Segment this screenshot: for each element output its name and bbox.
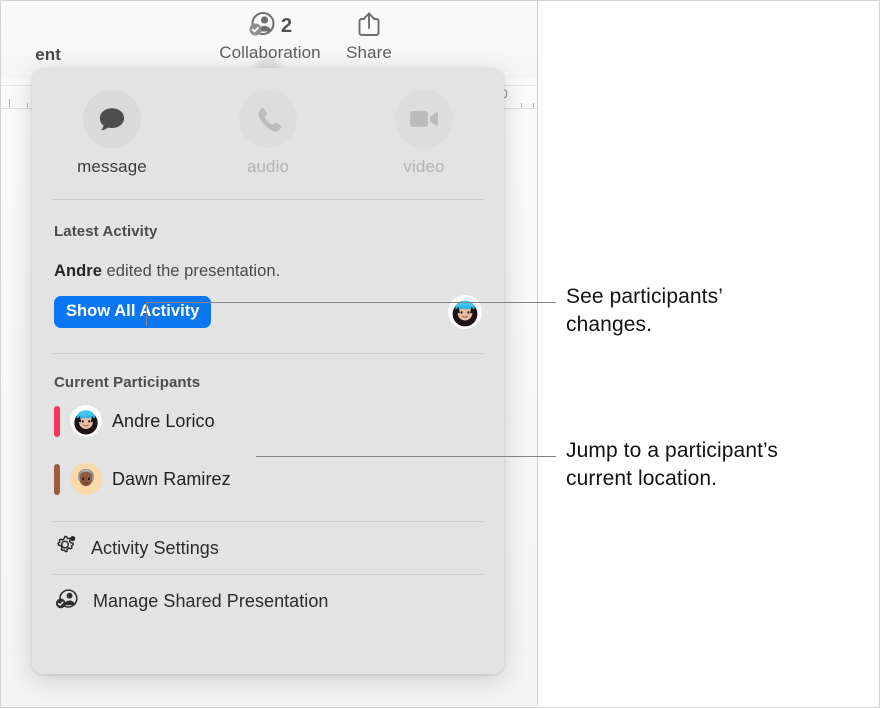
ruler-tick: [27, 103, 28, 108]
divider: [52, 353, 484, 354]
toolbar-share-label: Share: [346, 43, 392, 62]
callout-line-2: changes.: [566, 312, 653, 336]
memoji-andre-avatar: [70, 405, 102, 437]
callout-see-changes: See participants’ changes.: [566, 283, 876, 338]
participant-row-andre[interactable]: Andre Lorico: [54, 399, 482, 443]
latest-activity-section: Latest Activity Andre edited the present…: [32, 223, 504, 329]
callout-leader-line: [146, 302, 147, 326]
callout-line-2: current location.: [566, 466, 718, 490]
menu-item-manage-shared-presentation[interactable]: Manage Shared Presentation: [32, 575, 504, 627]
quick-actions-row: message audio video: [32, 68, 504, 177]
show-all-activity-button[interactable]: Show All Activity: [54, 296, 212, 328]
callout-line-1: See participants’: [566, 285, 723, 308]
ruler-tick: [521, 103, 522, 108]
callout-jump-to-location: Jump to a participant’s current location…: [566, 437, 876, 492]
audio-action-label: audio: [246, 157, 290, 176]
gear-badge-icon: [54, 534, 78, 563]
latest-activity-detail: edited the presentation.: [101, 262, 281, 280]
ruler-tick: [9, 99, 10, 108]
participant-color-bar: [54, 463, 60, 495]
current-participants-section: Current Participants Andre Lorico Dawn R…: [32, 374, 504, 501]
memoji-dawn-avatar: [70, 463, 102, 495]
share-up-arrow-icon: [356, 9, 382, 44]
participant-row-dawn[interactable]: Dawn Ramirez: [54, 457, 482, 501]
person-checkmark-icon: [248, 11, 278, 42]
participant-name: Dawn Ramirez: [112, 468, 231, 489]
message-action-button[interactable]: message: [50, 90, 174, 177]
callout-line-1: Jump to a participant’s: [566, 439, 779, 462]
latest-activity-row: Show All Activity: [54, 295, 482, 329]
menu-item-activity-settings[interactable]: Activity Settings: [32, 522, 504, 574]
video-action-label: video: [403, 157, 445, 176]
video-action-button[interactable]: video: [362, 90, 486, 177]
memoji-andre-avatar: [448, 295, 482, 329]
message-action-label: message: [77, 157, 147, 176]
latest-activity-actor: Andre: [54, 262, 102, 280]
callout-leader-line: [146, 302, 556, 303]
phone-handset-icon: [239, 90, 297, 148]
latest-activity-text: Andre edited the presentation.: [54, 262, 482, 281]
divider: [52, 199, 484, 200]
current-participants-title: Current Participants: [54, 374, 201, 391]
person-checkmark-icon: [54, 588, 80, 615]
callout-leader-line: [256, 456, 556, 457]
menu-item-label: Manage Shared Presentation: [93, 590, 329, 611]
participant-name: Andre Lorico: [112, 410, 215, 431]
toolbar-document-label: ent: [35, 45, 61, 64]
ruler-tick: [533, 103, 534, 108]
collaboration-count: 2: [280, 15, 293, 37]
video-camera-icon: [395, 90, 453, 148]
menu-item-label: Activity Settings: [91, 537, 219, 558]
collaboration-popover: message audio video Latest Activity Andr…: [32, 68, 504, 674]
toolbar-item-share[interactable]: Share: [333, 9, 405, 63]
latest-activity-title: Latest Activity: [54, 223, 158, 240]
participant-color-bar: [54, 405, 60, 437]
audio-action-button[interactable]: audio: [206, 90, 330, 177]
speech-bubble-icon: [83, 90, 141, 148]
toolbar-item-document[interactable]: ent: [1, 45, 61, 65]
